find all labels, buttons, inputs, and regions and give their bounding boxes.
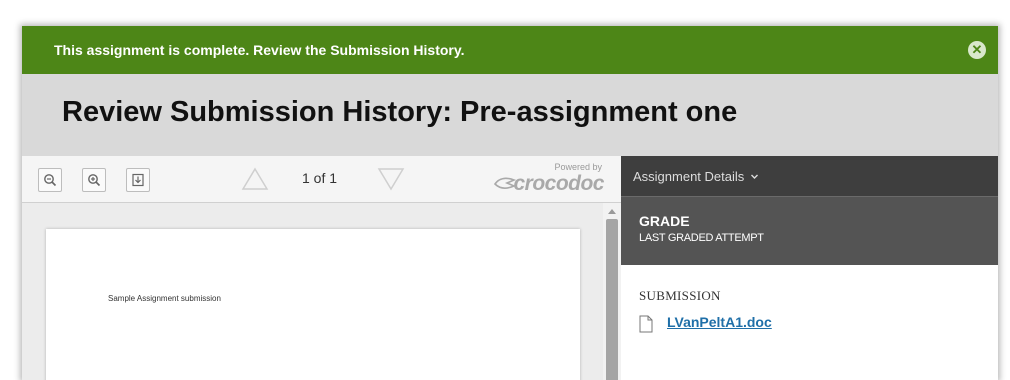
zoom-in-icon — [88, 174, 101, 187]
triangle-up-icon[interactable] — [240, 166, 270, 192]
assignment-details-toggle[interactable]: Assignment Details — [621, 156, 998, 196]
grade-section: GRADE LAST GRADED ATTEMPT — [621, 196, 998, 265]
submission-label: SUBMISSION — [639, 288, 721, 303]
page-indicator: 1 of 1 — [302, 170, 338, 186]
viewer-scrollbar[interactable] — [603, 203, 621, 380]
assignment-details-panel: Assignment Details GRADE LAST GRADED ATT… — [621, 156, 998, 380]
crocodoc-logo: Powered by crocodoc — [494, 162, 606, 196]
scrollbar-thumb[interactable] — [606, 219, 618, 380]
completion-banner: This assignment is complete. Review the … — [22, 26, 998, 74]
grade-subtitle: LAST GRADED ATTEMPT — [639, 232, 764, 244]
grade-title: GRADE — [639, 213, 690, 229]
document-page: Sample Assignment submission — [46, 229, 580, 380]
scroll-up-arrow[interactable] — [608, 209, 616, 214]
banner-message: This assignment is complete. Review the … — [54, 42, 465, 58]
brand-name: crocodoc — [513, 172, 604, 195]
download-icon — [132, 173, 144, 187]
chevron-down-icon — [751, 174, 759, 179]
document-viewer: 1 of 1 Powered by crocodoc Sample Assign… — [22, 156, 621, 380]
close-icon[interactable]: ✕ — [968, 41, 986, 59]
triangle-down-icon[interactable] — [376, 166, 406, 192]
submission-history-window: This assignment is complete. Review the … — [22, 26, 998, 380]
document-canvas: Sample Assignment submission — [22, 203, 621, 380]
download-button[interactable] — [126, 168, 150, 192]
powered-by-label: Powered by — [554, 162, 602, 172]
title-bar: Review Submission History: Pre-assignmen… — [22, 74, 998, 156]
zoom-in-button[interactable] — [82, 168, 106, 192]
document-text: Sample Assignment submission — [108, 294, 221, 303]
zoom-out-button[interactable] — [38, 168, 62, 192]
zoom-out-icon — [44, 174, 57, 187]
page-title: Review Submission History: Pre-assignmen… — [62, 96, 738, 128]
viewer-toolbar: 1 of 1 Powered by crocodoc — [22, 156, 621, 203]
assignment-details-label: Assignment Details — [633, 168, 745, 184]
submission-file-link[interactable]: LVanPeltA1.doc — [667, 314, 772, 330]
document-icon — [639, 315, 653, 333]
